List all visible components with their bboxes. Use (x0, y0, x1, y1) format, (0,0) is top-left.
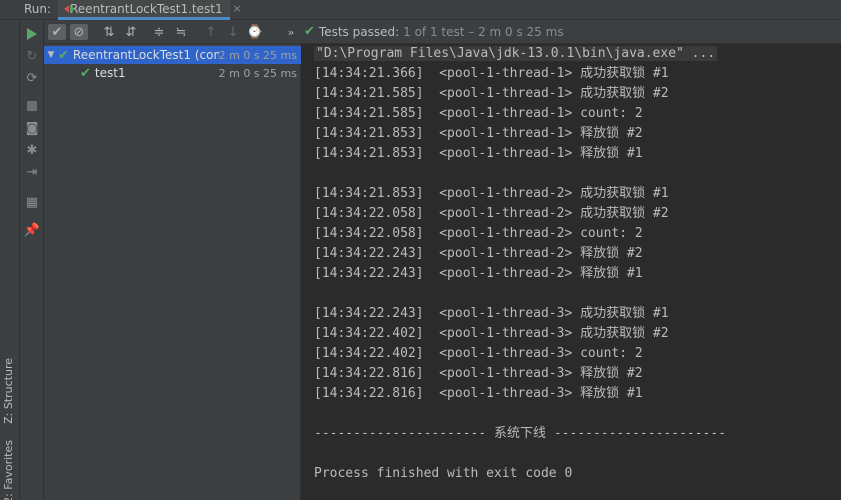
test-tree: ▼ ✔ ReentrantLockTest1 (com.aaron 2 m 0 … (44, 44, 301, 500)
check-icon: ✔ (80, 65, 91, 81)
toggle-auto-test-button[interactable]: ⟳ (24, 70, 40, 86)
bug-icon: ✱ (26, 142, 38, 158)
console-line: [14:34:22.402] <pool-1-thread-3> count: … (314, 346, 643, 361)
console-line: [14:34:22.816] <pool-1-thread-3> 释放锁 #1 (314, 386, 643, 401)
tests-passed-label: Tests passed: (318, 24, 400, 39)
check-icon: ✔ (58, 47, 69, 63)
expand-all-icon: ≑ (153, 24, 165, 40)
tree-item-label: test1 (94, 66, 126, 80)
play-icon (27, 28, 37, 40)
pin-tab-button[interactable]: 📌 (24, 222, 40, 238)
stop-button[interactable] (24, 98, 40, 114)
tree-item-root[interactable]: ▼ ✔ ReentrantLockTest1 (com.aaron 2 m 0 … (44, 46, 301, 64)
test-status: ✔ Tests passed: 1 of 1 test – 2 m 0 s 25… (304, 24, 564, 39)
console-line: [14:34:21.853] <pool-1-thread-1> 释放锁 #1 (314, 146, 643, 161)
arrow-down-icon: ↓ (227, 24, 239, 40)
previous-failed-button[interactable]: ↑ (202, 24, 220, 40)
close-icon[interactable]: × (233, 2, 242, 15)
console-line: [14:34:22.243] <pool-1-thread-2> 释放锁 #1 (314, 266, 643, 281)
console-line: [14:34:22.243] <pool-1-thread-2> 释放锁 #2 (314, 246, 643, 261)
run-side-toolbar: ↻ ⟳ ◙ ✱ ⇥ ▦ 📌 (20, 20, 44, 500)
more-actions-button[interactable]: » (282, 24, 300, 40)
console-line: [14:34:22.058] <pool-1-thread-2> 成功获取锁 #… (314, 206, 669, 221)
tree-item-test1[interactable]: ✔ test1 2 m 0 s 25 ms (44, 64, 301, 82)
test-history-button[interactable]: ⌚ (246, 24, 264, 40)
layout-button[interactable]: ▦ (24, 194, 40, 210)
exit-button[interactable]: ⇥ (24, 164, 40, 180)
check-icon: ✔ (51, 24, 63, 40)
console-line: ---------------------- 系统下线 ------------… (314, 426, 727, 441)
layout-icon: ▦ (25, 194, 39, 210)
show-ignored-button[interactable]: ⊘ (70, 24, 88, 40)
tree-item-label: ReentrantLockTest1 (com.aaron (72, 48, 219, 62)
auto-test-icon: ⟳ (26, 70, 38, 86)
exit-icon: ⇥ (26, 164, 38, 180)
console-line: Process finished with exit code 0 (314, 466, 573, 481)
collapse-all-icon: ≒ (175, 24, 187, 40)
rerun-failed-button[interactable]: ↻ (24, 48, 40, 64)
check-icon: ✔ (304, 24, 315, 39)
run-tab-title: ReentrantLockTest1.test1 (70, 1, 223, 16)
more-icon: » (287, 25, 295, 39)
console-line: [14:34:21.585] <pool-1-thread-1> 成功获取锁 #… (314, 86, 669, 101)
console-command: "D:\Program Files\Java\jdk-13.0.1\bin\ja… (314, 46, 718, 61)
favorites-stripe-button[interactable]: 2: Favorites (2, 440, 15, 500)
run-toolwindow-header: Run: ReentrantLockTest1.test1 × (0, 0, 841, 20)
sort-by-duration-button[interactable]: ⇵ (122, 24, 140, 40)
rerun-failed-icon: ↻ (26, 48, 38, 64)
console-line: [14:34:21.366] <pool-1-thread-1> 成功获取锁 #… (314, 66, 669, 81)
sort-alpha-icon: ⇅ (103, 24, 115, 40)
history-icon: ⌚ (246, 24, 264, 40)
arrow-up-icon: ↑ (205, 24, 217, 40)
console-command-line: "D:\Program Files\Java\jdk-13.0.1\bin\ja… (314, 44, 841, 64)
chevron-down-icon[interactable]: ▼ (44, 50, 58, 60)
console-line: [14:34:21.585] <pool-1-thread-1> count: … (314, 106, 643, 121)
next-failed-button[interactable]: ↓ (224, 24, 242, 40)
camera-icon: ◙ (25, 120, 39, 136)
debug-button[interactable]: ✱ (24, 142, 40, 158)
dump-threads-button[interactable]: ◙ (24, 120, 40, 136)
pin-icon: 📌 (23, 222, 41, 238)
console-line: [14:34:22.402] <pool-1-thread-3> 成功获取锁 #… (314, 326, 669, 341)
console-line: [14:34:22.243] <pool-1-thread-3> 成功获取锁 #… (314, 306, 669, 321)
collapse-all-button[interactable]: ≒ (172, 24, 190, 40)
stop-icon (27, 101, 37, 111)
tree-item-time: 2 m 0 s 25 ms (218, 66, 297, 80)
show-passed-button[interactable]: ✔ (48, 24, 66, 40)
sort-duration-icon: ⇵ (125, 24, 137, 40)
run-label: Run: (24, 2, 52, 16)
sort-alphabetically-button[interactable]: ⇅ (100, 24, 118, 40)
console-line: [14:34:22.816] <pool-1-thread-3> 释放锁 #2 (314, 366, 643, 381)
console-line: [14:34:22.058] <pool-1-thread-2> count: … (314, 226, 643, 241)
test-toolbar: ✔ ⊘ ⇅ ⇵ ≑ ≒ ↑ ↓ ⌚ » ✔ Tests passed: 1 of… (44, 20, 841, 44)
ignored-icon: ⊘ (73, 24, 85, 40)
tree-item-time: 2 m 0 s 25 ms (218, 48, 297, 62)
left-tool-stripe: Z: Structure 2: Favorites (0, 20, 20, 500)
console-output[interactable]: "D:\Program Files\Java\jdk-13.0.1\bin\ja… (302, 44, 841, 500)
tests-passed-detail: 1 of 1 test – 2 m 0 s 25 ms (403, 24, 564, 39)
console-line: [14:34:21.853] <pool-1-thread-2> 成功获取锁 #… (314, 186, 669, 201)
console-lines: [14:34:21.366] <pool-1-thread-1> 成功获取锁 #… (314, 64, 841, 484)
structure-stripe-button[interactable]: Z: Structure (2, 358, 15, 424)
rerun-button[interactable] (24, 26, 40, 42)
console-line: [14:34:21.853] <pool-1-thread-1> 释放锁 #2 (314, 126, 643, 141)
run-tab[interactable]: ReentrantLockTest1.test1 × (58, 0, 242, 20)
expand-all-button[interactable]: ≑ (150, 24, 168, 40)
